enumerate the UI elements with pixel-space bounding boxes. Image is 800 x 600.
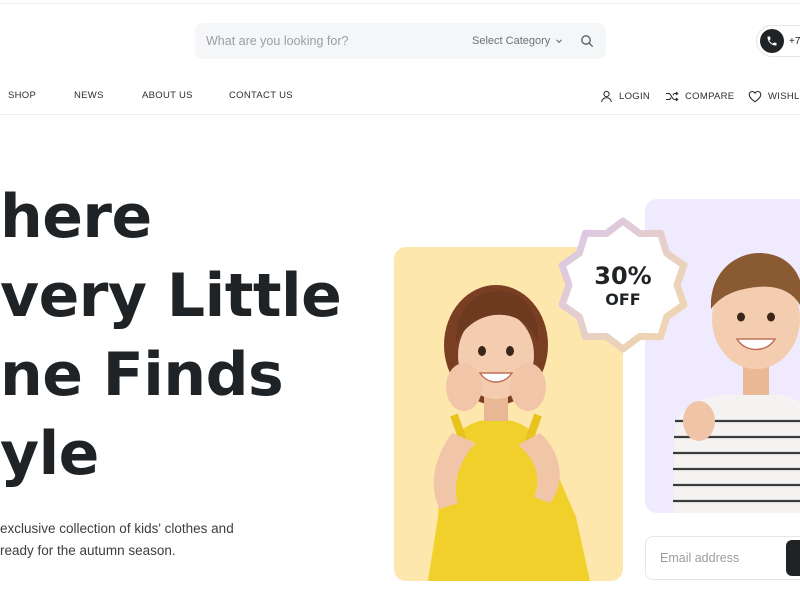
- shuffle-icon: [666, 91, 679, 101]
- hero-title-line: ne Finds: [0, 340, 284, 410]
- phone-icon: [760, 29, 784, 53]
- discount-label: 30% OFF: [552, 262, 694, 310]
- search-icon[interactable]: [580, 34, 594, 48]
- compare-link[interactable]: COMPARE: [665, 88, 734, 104]
- hero-title-line: very Little: [0, 261, 342, 331]
- discount-percent: 30%: [594, 262, 652, 290]
- hero-title-line: here: [0, 182, 152, 252]
- hero-description: exclusive collection of kids' clothes an…: [0, 518, 300, 562]
- chevron-down-icon: [556, 39, 563, 44]
- user-icon: [601, 90, 612, 102]
- nav-shop[interactable]: SHOP: [8, 90, 36, 101]
- login-link[interactable]: LOGIN: [600, 88, 650, 104]
- search-bar: Select Category: [195, 23, 606, 59]
- phone-number: +7:: [789, 35, 800, 47]
- top-divider: [0, 3, 800, 4]
- email-input[interactable]: [646, 537, 786, 579]
- wishlist-link[interactable]: WISHLI: [748, 88, 800, 104]
- search-input[interactable]: [195, 23, 455, 59]
- discount-off: OFF: [605, 290, 641, 309]
- nav-contact-us[interactable]: CONTACT US: [229, 90, 293, 101]
- category-select[interactable]: Select Category: [472, 23, 563, 59]
- wishlist-label: WISHLI: [768, 90, 800, 102]
- nav-news[interactable]: NEWS: [74, 90, 104, 101]
- subscribe-button[interactable]: [786, 540, 800, 576]
- hero-title-line: yle: [0, 419, 99, 489]
- compare-label: COMPARE: [685, 90, 735, 102]
- heart-icon: [748, 90, 762, 102]
- nav-about-us[interactable]: ABOUT US: [142, 90, 193, 101]
- hero-description-line: ready for the autumn season.: [0, 543, 176, 558]
- category-select-label: Select Category: [472, 35, 551, 47]
- phone-contact[interactable]: +7:: [756, 25, 800, 57]
- newsletter-form: [645, 536, 800, 580]
- hero-title: here very Little ne Finds yle: [0, 178, 380, 494]
- hero-description-line: exclusive collection of kids' clothes an…: [0, 521, 234, 536]
- login-label: LOGIN: [619, 90, 651, 102]
- nav-divider: [0, 114, 800, 115]
